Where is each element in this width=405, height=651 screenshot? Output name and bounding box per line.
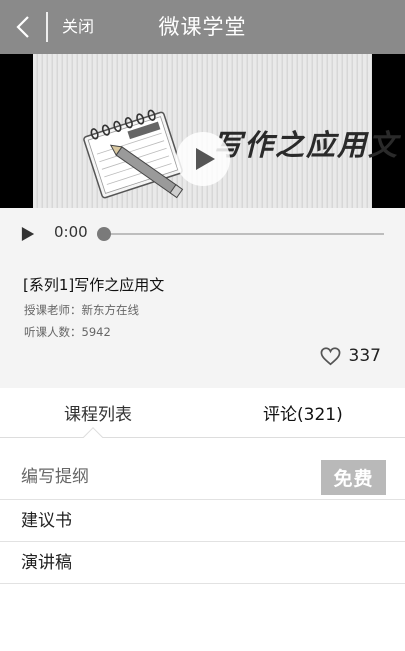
heart-icon bbox=[320, 346, 340, 365]
list-item[interactable]: 编写提纲 免费 bbox=[0, 438, 405, 500]
lesson-title: 演讲稿 bbox=[21, 553, 72, 573]
progress-knob[interactable] bbox=[97, 227, 111, 241]
play-icon bbox=[21, 227, 35, 241]
current-time: 0:00 bbox=[54, 223, 88, 241]
video-play-button[interactable] bbox=[176, 132, 230, 186]
progress-track[interactable] bbox=[104, 233, 384, 235]
video-overlay-text: 写作之应用文 bbox=[213, 128, 400, 162]
list-item[interactable]: 建议书 bbox=[0, 500, 405, 542]
lesson-list: 编写提纲 免费 建议书 演讲稿 bbox=[0, 438, 405, 584]
page-title: 微课学堂 bbox=[158, 15, 247, 39]
lesson-title: 建议书 bbox=[21, 511, 72, 531]
tab-bar: 课程列表 评论(321) bbox=[0, 388, 405, 447]
audio-controls: 0:00 bbox=[0, 208, 405, 260]
play-icon bbox=[196, 148, 215, 170]
video-player[interactable]: 写作之应用文 bbox=[0, 54, 405, 208]
course-info: [系列1]写作之应用文 授课老师：新东方在线 听课人数：5942 337 bbox=[0, 260, 405, 388]
list-item[interactable]: 演讲稿 bbox=[0, 542, 405, 584]
listener-count: 听课人数：5942 bbox=[24, 325, 111, 339]
lesson-title: 编写提纲 bbox=[21, 467, 89, 487]
like-count: 337 bbox=[348, 346, 381, 366]
notebook-pencil-icon bbox=[83, 109, 184, 199]
tab-course-list[interactable]: 课程列表 bbox=[64, 400, 132, 425]
header-bar: 关闭 微课学堂 bbox=[0, 0, 405, 54]
like-button[interactable]: 337 bbox=[320, 346, 381, 366]
tab-comments[interactable]: 评论(321) bbox=[263, 400, 343, 425]
free-badge: 免费 bbox=[321, 460, 386, 495]
course-title: [系列1]写作之应用文 bbox=[23, 276, 165, 294]
audio-play-button[interactable] bbox=[18, 224, 38, 244]
teacher-label: 授课老师：新东方在线 bbox=[24, 303, 139, 317]
